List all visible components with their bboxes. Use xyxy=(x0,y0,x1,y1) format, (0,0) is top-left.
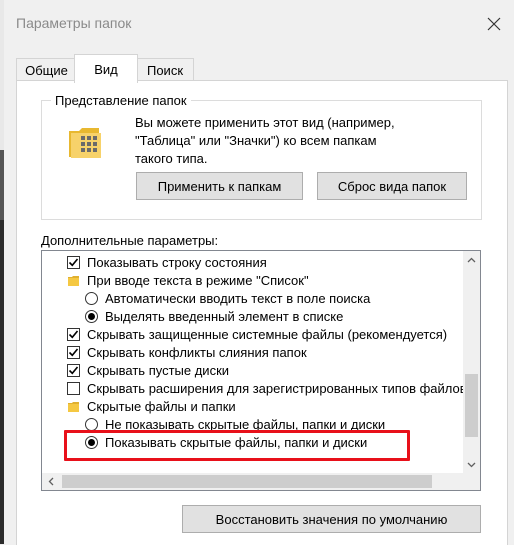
check-icon xyxy=(68,365,79,374)
folder-views-description: Вы можете применить этот вид (например, … xyxy=(135,115,395,166)
check-icon xyxy=(68,347,79,356)
apply-to-folders-button[interactable]: Применить к папкам xyxy=(136,172,303,200)
checkbox[interactable] xyxy=(67,345,80,359)
radio-button[interactable] xyxy=(85,309,98,323)
folder-options-dialog: Параметры папок Общие Вид Поиск Представ… xyxy=(4,0,514,545)
radio-button[interactable] xyxy=(85,417,98,431)
check-icon xyxy=(68,329,79,338)
tab-view[interactable]: Вид xyxy=(74,54,138,83)
check-icon xyxy=(68,257,79,266)
close-icon xyxy=(487,17,501,31)
checkbox[interactable] xyxy=(67,381,80,395)
chevron-left-icon xyxy=(48,477,53,486)
list-item[interactable]: Скрывать пустые диски xyxy=(67,361,229,379)
scroll-up-button[interactable] xyxy=(463,251,480,268)
advanced-settings-label: Дополнительные параметры: xyxy=(41,233,219,248)
scroll-down-button[interactable] xyxy=(463,456,480,473)
list-item[interactable]: Выделять введенный элемент в списке xyxy=(85,307,343,325)
vertical-scroll-thumb[interactable] xyxy=(465,374,478,437)
chevron-down-icon xyxy=(467,462,476,467)
view-tab-panel: Представление папок Вы можете применить … xyxy=(16,80,508,545)
folder-icon xyxy=(68,275,79,286)
radio-button[interactable] xyxy=(85,291,98,305)
folder-icon xyxy=(68,401,79,412)
folder-views-label: Представление папок xyxy=(51,93,191,108)
chevron-up-icon xyxy=(467,257,476,262)
horizontal-scroll-thumb[interactable] xyxy=(62,475,432,488)
list-item[interactable]: Автоматически вводить текст в поле поиск… xyxy=(85,289,370,307)
tab-search[interactable]: Поиск xyxy=(136,58,194,81)
reset-folders-button[interactable]: Сброс вида папок xyxy=(317,172,467,200)
list-item: При вводе текста в режиме "Список" xyxy=(67,271,309,289)
checkbox[interactable] xyxy=(67,363,80,377)
scroll-left-button[interactable] xyxy=(42,473,59,490)
horizontal-scrollbar[interactable] xyxy=(42,473,480,490)
vertical-scrollbar[interactable] xyxy=(463,251,480,473)
close-button[interactable] xyxy=(478,8,510,40)
list-item[interactable]: Скрывать расширения для зарегистрированн… xyxy=(67,379,467,397)
highlight-box xyxy=(64,430,410,461)
restore-defaults-button[interactable]: Восстановить значения по умолчанию xyxy=(182,505,481,533)
list-item[interactable]: Показывать строку состояния xyxy=(67,253,267,271)
tab-general[interactable]: Общие xyxy=(16,58,77,81)
list-item[interactable]: Скрывать конфликты слияния папок xyxy=(67,343,307,361)
checkbox[interactable] xyxy=(67,255,80,269)
window-title: Параметры папок xyxy=(16,15,132,31)
list-item[interactable]: Скрывать защищенные системные файлы (рек… xyxy=(67,325,447,343)
checkbox[interactable] xyxy=(67,327,80,341)
list-item: Скрытые файлы и папки xyxy=(67,397,236,415)
folder-icon xyxy=(69,128,101,158)
